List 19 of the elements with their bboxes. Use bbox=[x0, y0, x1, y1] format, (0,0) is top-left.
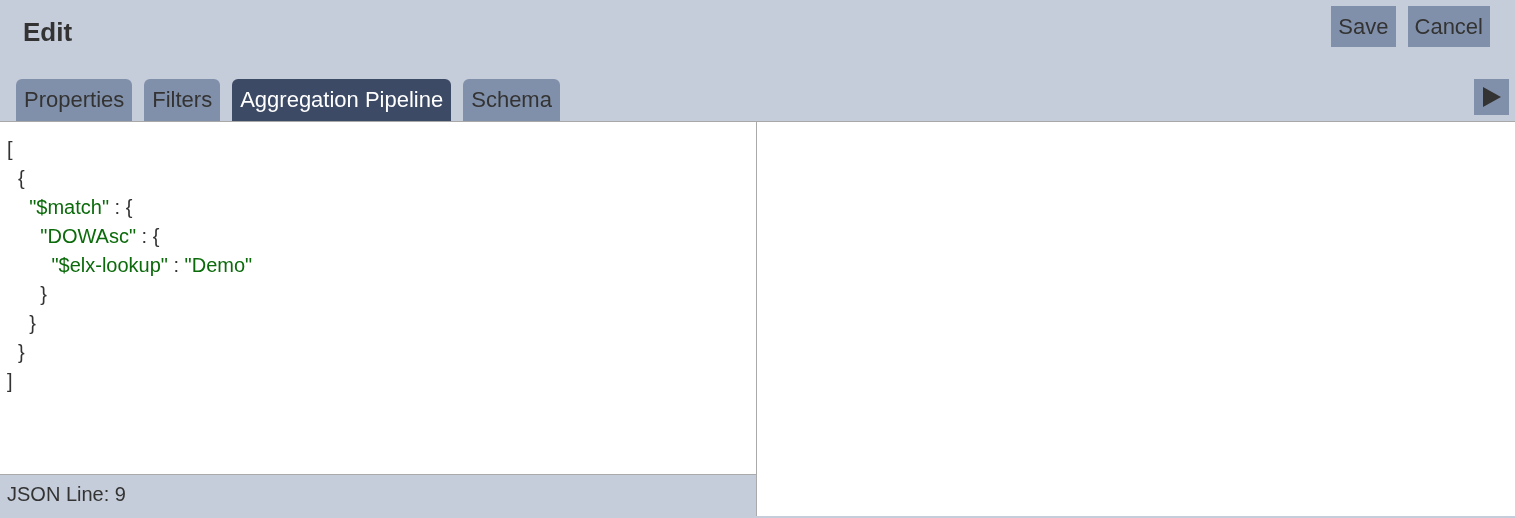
tab[interactable]: Aggregation Pipeline bbox=[232, 79, 452, 121]
code-line: "$match" : { bbox=[28, 195, 134, 220]
code-line: "DOWAsc" : { bbox=[39, 224, 161, 249]
tab[interactable]: Properties bbox=[16, 79, 133, 121]
tab[interactable]: Filters bbox=[144, 79, 221, 121]
window-title: Edit bbox=[23, 17, 73, 48]
play-button[interactable] bbox=[1474, 79, 1509, 115]
code-line: } bbox=[39, 282, 49, 307]
code-line: } bbox=[17, 340, 26, 365]
code-editor[interactable]: [ { "$match" : { "DOWAsc" : { "$elx-lookup" : "Demo" } } } ] bbox=[0, 122, 756, 474]
action-button[interactable]: Save bbox=[1331, 6, 1396, 47]
play-icon bbox=[1481, 86, 1502, 108]
code-line: } bbox=[28, 311, 37, 336]
code-line: [ bbox=[7, 137, 14, 162]
code-line: ] bbox=[7, 369, 14, 394]
tab[interactable]: Schema bbox=[463, 79, 560, 121]
code-line: { bbox=[17, 166, 26, 191]
action-button[interactable]: Cancel bbox=[1407, 6, 1490, 47]
code-line: "$elx-lookup" : "Demo" bbox=[50, 253, 254, 278]
